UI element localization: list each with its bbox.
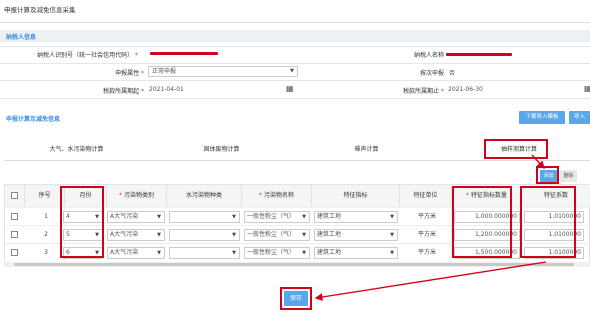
annotation-arrows: [314, 154, 547, 301]
arrow-to-add: [531, 154, 545, 169]
arrow-to-save: [314, 261, 547, 301]
